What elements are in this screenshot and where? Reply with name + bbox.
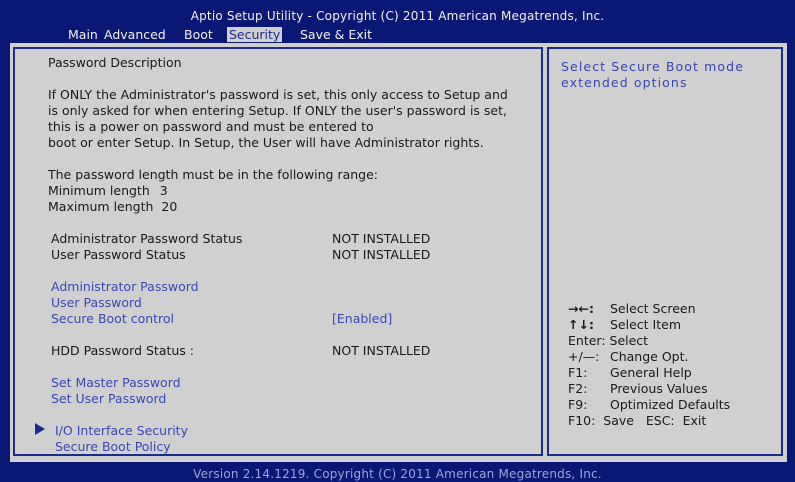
min-length: Minimum length 3 <box>48 183 168 198</box>
description-heading: Password Description <box>48 55 182 70</box>
max-length-value: 20 <box>161 199 178 214</box>
description-line: If ONLY the Administrator's password is … <box>48 87 508 102</box>
user-status-value: NOT INSTALLED <box>332 247 431 262</box>
tab-advanced[interactable]: Advanced <box>102 27 168 42</box>
setup-frame: Password Description If ONLY the Adminis… <box>10 43 787 462</box>
tab-save-exit[interactable]: Save & Exit <box>298 27 374 42</box>
set-master-password-item[interactable]: Set Master Password <box>51 375 181 390</box>
help-text: Select Secure Boot mode extended options <box>561 59 744 90</box>
hdd-status-label: HDD Password Status : <box>51 343 194 358</box>
secure-boot-control-item[interactable]: Secure Boot control <box>51 311 174 326</box>
tab-main[interactable]: Main <box>66 27 100 42</box>
legend-f2: F2: Previous Values <box>568 381 708 396</box>
min-length-label: Minimum length <box>48 183 150 198</box>
description-line: The password length must be in the follo… <box>48 167 379 182</box>
tab-boot[interactable]: Boot <box>182 27 215 42</box>
left-right-arrows-icon: →←: <box>568 301 594 316</box>
legend-f10-esc: F10: Save ESC: Exit <box>568 413 707 428</box>
legend-select-screen: →←: Select Screen <box>568 301 696 316</box>
up-down-arrows-icon: ↑↓: <box>568 317 594 332</box>
min-length-value: 3 <box>159 183 168 198</box>
legend-change-option: +/—: Change Opt. <box>568 349 689 364</box>
legend-select-item: ↑↓: Select Item <box>568 317 681 332</box>
hdd-status-value: NOT INSTALLED <box>332 343 431 358</box>
version-footer: Version 2.14.1219. Copyright (C) 2011 Am… <box>193 467 602 481</box>
set-user-password-item[interactable]: Set User Password <box>51 391 166 406</box>
settings-panel: Password Description If ONLY the Adminis… <box>13 47 543 456</box>
description-line: is only asked for when entering Setup. I… <box>48 103 507 118</box>
max-length-label: Maximum length <box>48 199 154 214</box>
admin-password-item[interactable]: Administrator Password <box>51 279 199 294</box>
description-line: this is a power on password and must be … <box>48 119 374 134</box>
admin-status-value: NOT INSTALLED <box>332 231 431 246</box>
user-password-item[interactable]: User Password <box>51 295 142 310</box>
io-interface-security-item[interactable]: I/O Interface Security <box>55 423 188 438</box>
secure-boot-policy-item[interactable]: Secure Boot Policy <box>55 439 171 454</box>
submenu-arrow-icon <box>35 423 45 435</box>
user-status-label: User Password Status <box>51 247 186 262</box>
legend-enter: Enter: Select <box>568 333 649 348</box>
legend-f9: F9: Optimized Defaults <box>568 397 731 412</box>
max-length: Maximum length 20 <box>48 199 177 214</box>
window-title: Aptio Setup Utility - Copyright (C) 2011… <box>190 9 605 23</box>
legend-f1: F1: General Help <box>568 365 692 380</box>
description-line: boot or enter Setup. In Setup, the User … <box>48 135 484 150</box>
admin-status-label: Administrator Password Status <box>51 231 243 246</box>
help-panel: Select Secure Boot mode extended options… <box>547 47 783 456</box>
secure-boot-control-value[interactable]: [Enabled] <box>332 311 392 326</box>
tab-security[interactable]: Security <box>227 27 283 42</box>
